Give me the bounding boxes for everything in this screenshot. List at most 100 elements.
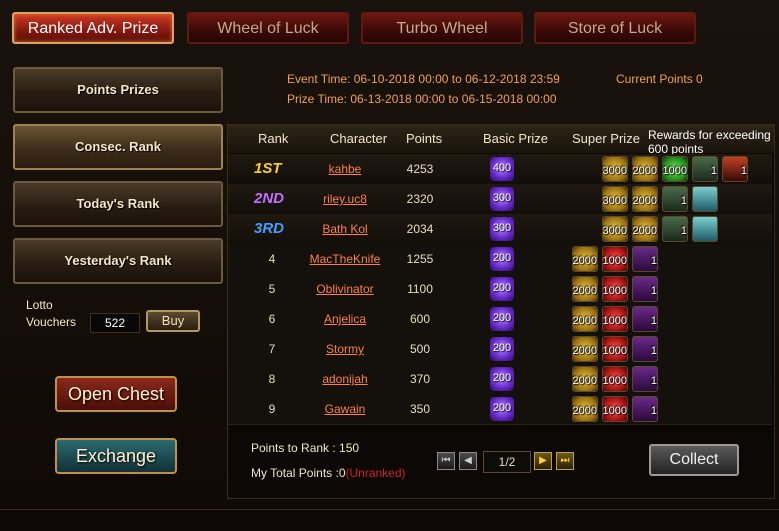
- lotto-voucher-count: 522: [90, 313, 140, 333]
- character-link[interactable]: Gawain: [290, 402, 400, 416]
- armor-icon: 1: [692, 156, 718, 182]
- scroll-icon: 1: [632, 276, 658, 302]
- scroll-icon: 1: [632, 366, 658, 392]
- points-value: 1255: [406, 252, 434, 266]
- super-prize-value: 1000: [602, 345, 627, 357]
- green-gem-icon: 1000: [662, 156, 688, 182]
- exchange-button[interactable]: Exchange: [55, 438, 177, 474]
- basic-prize-value: 200: [492, 252, 512, 264]
- basic-prize-value: 200: [492, 402, 512, 414]
- character-link[interactable]: Oblivinator: [290, 282, 400, 296]
- super-prize-value: 1: [680, 225, 687, 237]
- coin-icon: 2000: [632, 216, 658, 242]
- character-link[interactable]: kahbe: [290, 162, 400, 176]
- table-row: 3RD Bath Kol 2034 300 3000 2000 1: [228, 214, 772, 245]
- page-indicator: 1/2: [483, 451, 531, 473]
- points-value: 1100: [407, 282, 433, 296]
- coin-icon: 2000: [572, 396, 598, 422]
- collect-button[interactable]: Collect: [649, 444, 739, 476]
- red-gem-icon: 1000: [602, 306, 628, 332]
- super-prize-value: 2000: [632, 195, 657, 207]
- header-basic-prize: Basic Prize: [483, 131, 549, 146]
- buy-button[interactable]: Buy: [146, 310, 200, 332]
- prize-time: Prize Time: 06-13-2018 00:00 to 06-15-20…: [287, 92, 557, 106]
- header-character: Character: [330, 131, 388, 146]
- tab-turbo-wheel[interactable]: Turbo Wheel: [361, 12, 523, 44]
- super-prize-value: 2000: [572, 315, 597, 327]
- table-row: 1ST kahbe 4253 400 3000 2000 1000 1 1: [228, 154, 772, 185]
- prev-page-icon[interactable]: ◀: [459, 452, 477, 470]
- open-chest-button[interactable]: Open Chest: [55, 376, 177, 412]
- coin-icon: 3000: [602, 216, 628, 242]
- super-prize-value: 2000: [632, 165, 657, 177]
- table-row: 4 MacTheKnife 1255 200 2000 1000 1: [228, 244, 772, 275]
- red-gem-icon: 1000: [602, 336, 628, 362]
- super-prize-value: 2000: [572, 345, 597, 357]
- portrait-icon: 1: [722, 156, 748, 182]
- super-prize-value: 1: [650, 315, 657, 327]
- super-prize-value: 2000: [572, 375, 597, 387]
- points-value: 370: [409, 372, 431, 386]
- points-to-rank: Points to Rank : 150: [251, 441, 360, 455]
- red-gem-icon: 1000: [602, 366, 628, 392]
- basic-prize-value: 200: [492, 372, 512, 384]
- table-row: 5 Oblivinator 1100 200 2000 1000 1: [228, 274, 772, 305]
- red-gem-icon: 1000: [602, 276, 628, 302]
- super-prize-value: 1: [680, 195, 687, 207]
- character-link[interactable]: MacTheKnife: [290, 252, 400, 266]
- lotto-label: Lotto: [26, 298, 53, 312]
- coin-icon: 2000: [632, 186, 658, 212]
- basic-prize-value: 200: [492, 282, 512, 294]
- tab-wheel-of-luck[interactable]: Wheel of Luck: [187, 12, 349, 44]
- rank-number: 4: [268, 252, 276, 266]
- points-value: 2320: [406, 192, 434, 206]
- armor-icon: 1: [662, 186, 688, 212]
- first-page-icon[interactable]: ⏮: [437, 452, 455, 470]
- table-row: 9 Gawain 350 200 2000 1000 1: [228, 394, 772, 425]
- super-prize-value: 1: [710, 165, 717, 177]
- event-time: Event Time: 06-10-2018 00:00 to 06-12-20…: [287, 72, 560, 86]
- points-value: 350: [409, 402, 431, 416]
- red-gem-icon: 1000: [602, 246, 628, 272]
- sidebar-item-consec-rank[interactable]: Consec. Rank: [13, 124, 223, 170]
- character-link[interactable]: Stormy: [290, 342, 400, 356]
- basic-prize-value: 200: [492, 342, 512, 354]
- character-link[interactable]: adonijah: [290, 372, 400, 386]
- tab-ranked-adv-prize[interactable]: Ranked Adv. Prize: [12, 12, 174, 44]
- super-prize-value: 1000: [602, 255, 627, 267]
- super-prize-value: 1: [650, 345, 657, 357]
- super-prize-value: 2000: [572, 255, 597, 267]
- super-prize-value: 1000: [662, 165, 687, 177]
- basic-prize-value: 300: [492, 222, 512, 234]
- coin-icon: 2000: [572, 336, 598, 362]
- next-page-icon[interactable]: ▶: [534, 452, 552, 470]
- last-page-icon[interactable]: ⏭: [556, 452, 574, 470]
- table-row: 7 Stormy 500 200 2000 1000 1: [228, 334, 772, 365]
- points-value: 500: [409, 342, 431, 356]
- super-prize-value: 1: [740, 165, 747, 177]
- tab-store-of-luck[interactable]: Store of Luck: [534, 12, 696, 44]
- character-link[interactable]: riley.uc8: [290, 192, 400, 206]
- rank-badge: 2ND: [254, 190, 285, 207]
- unranked-status: (Unranked): [345, 466, 406, 480]
- coin-icon: 2000: [572, 366, 598, 392]
- super-prize-value: 1000: [602, 405, 627, 417]
- basic-prize-value: 400: [492, 162, 512, 174]
- character-link[interactable]: Bath Kol: [290, 222, 400, 236]
- armor-icon: 1: [662, 216, 688, 242]
- sidebar-item-points-prizes[interactable]: Points Prizes: [13, 67, 223, 113]
- header-super-prize: Super Prize: [572, 131, 640, 146]
- rank-badge: 1ST: [254, 160, 282, 177]
- super-prize-value: 3000: [602, 225, 627, 237]
- table-row: 2ND riley.uc8 2320 300 3000 2000 1: [228, 184, 772, 215]
- character-link[interactable]: Anjelica: [290, 312, 400, 326]
- super-prize-value: 1: [650, 255, 657, 267]
- scroll-icon: 1: [632, 246, 658, 272]
- scroll-icon: 1: [632, 336, 658, 362]
- coin-icon: 2000: [572, 306, 598, 332]
- coin-icon: 2000: [572, 246, 598, 272]
- table-row: 8 adonijah 370 200 2000 1000 1: [228, 364, 772, 395]
- sidebar-item-todays-rank[interactable]: Today's Rank: [13, 181, 223, 227]
- sidebar-item-yesterdays-rank[interactable]: Yesterday's Rank: [13, 238, 223, 284]
- header-points: Points: [406, 131, 443, 146]
